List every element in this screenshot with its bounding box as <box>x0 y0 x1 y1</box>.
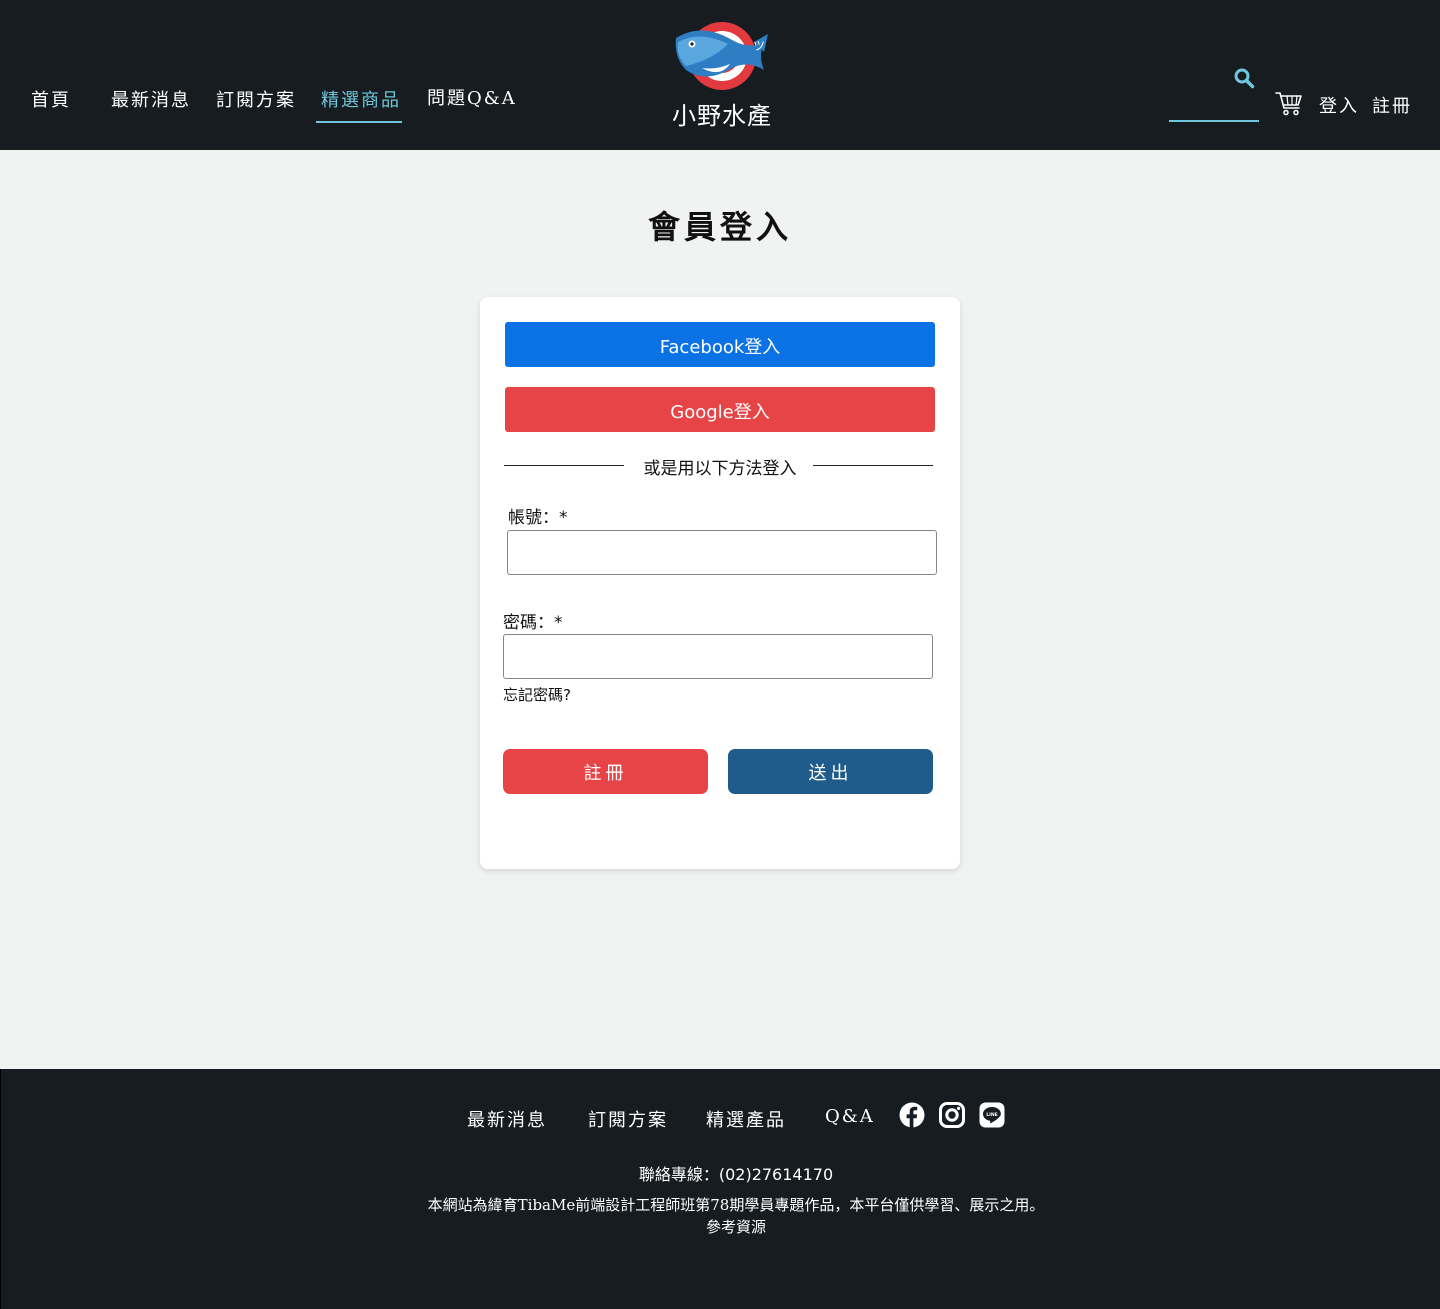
site-footer: 最新消息 訂閱方案 精選產品 Q&A LINE 聯絡專線：(02)2761417… <box>0 1069 1440 1309</box>
site-header: 首頁 最新消息 訂閱方案 精選商品 問題Q&A ツ 小野水產 登入 註冊 <box>0 0 1440 150</box>
login-card: Facebook登入 Google登入 或是用以下方法登入 帳號：* 密碼：* … <box>480 297 960 869</box>
logo-text: 小野水產 <box>672 102 772 130</box>
nav-news[interactable]: 最新消息 <box>111 86 191 112</box>
line-icon[interactable]: LINE <box>979 1102 1005 1128</box>
search-icon[interactable] <box>1233 67 1255 89</box>
footer-contact: 聯絡專線：(02)27614170 <box>638 1165 834 1184</box>
google-login-button[interactable]: Google登入 <box>505 387 935 432</box>
forgot-password-link[interactable]: 忘記密碼? <box>503 684 571 705</box>
svg-text:ツ: ツ <box>753 39 765 53</box>
footer-note: 本網站為緯育TibaMe前端設計工程師班第78期學員專題作品，本平台僅供學習、展… <box>427 1196 1045 1214</box>
nav-products[interactable]: 精選商品 <box>321 86 401 112</box>
footer-reference-link[interactable]: 參考資源 <box>1 1216 1440 1237</box>
account-input[interactable] <box>507 530 937 575</box>
password-label: 密碼：* <box>503 613 563 633</box>
footer-link-qa[interactable]: Q&A <box>825 1106 875 1127</box>
divider-line-right <box>813 465 933 466</box>
account-label: 帳號：* <box>508 508 568 528</box>
search-box <box>1169 64 1259 124</box>
password-input[interactable] <box>503 634 933 679</box>
register-button[interactable]: 註冊 <box>503 749 708 794</box>
facebook-icon[interactable] <box>899 1102 925 1128</box>
footer-link-products[interactable]: 精選產品 <box>706 1106 786 1132</box>
footer-link-news[interactable]: 最新消息 <box>467 1106 547 1132</box>
header-register-link[interactable]: 註冊 <box>1372 92 1412 118</box>
submit-button[interactable]: 送出 <box>728 749 933 794</box>
fish-logo-icon: ツ <box>675 22 768 90</box>
instagram-icon[interactable] <box>939 1102 965 1128</box>
search-input[interactable] <box>1169 92 1259 122</box>
nav-home[interactable]: 首頁 <box>31 86 71 112</box>
page-title: 會員登入 <box>647 208 792 246</box>
nav-plans[interactable]: 訂閱方案 <box>216 86 296 112</box>
footer-link-plans[interactable]: 訂閱方案 <box>588 1106 668 1132</box>
active-nav-indicator <box>316 121 402 123</box>
nav-qa[interactable]: 問題Q&A <box>427 84 517 110</box>
header-login-link[interactable]: 登入 <box>1319 92 1359 118</box>
svg-text:LINE: LINE <box>986 1112 998 1118</box>
cart-icon[interactable] <box>1275 89 1303 117</box>
divider-text: 或是用以下方法登入 <box>643 459 797 479</box>
facebook-login-button[interactable]: Facebook登入 <box>505 322 935 367</box>
site-logo[interactable]: ツ 小野水產 <box>668 20 776 132</box>
